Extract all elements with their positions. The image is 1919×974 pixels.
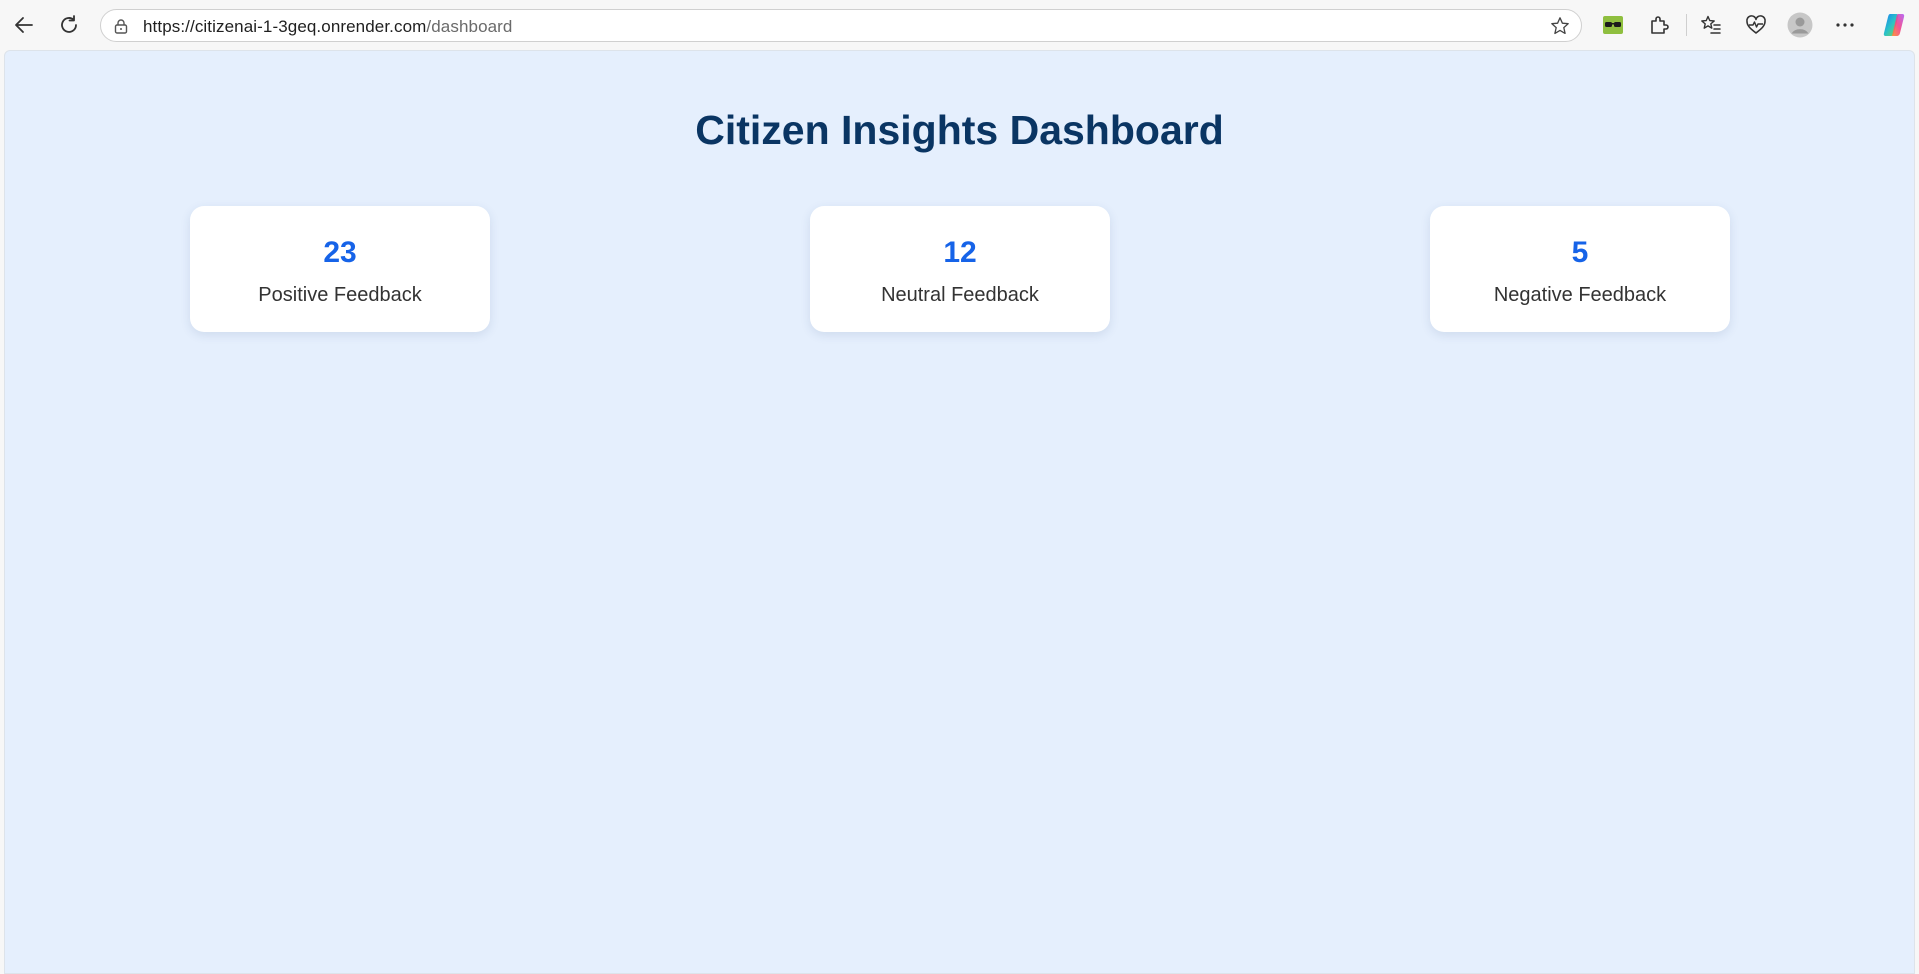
- browser-essentials-button[interactable]: [1740, 9, 1772, 41]
- positive-feedback-label: Positive Feedback: [258, 284, 422, 306]
- neutral-feedback-card: 12 Neutral Feedback: [810, 206, 1110, 332]
- favorites-list-icon: [1701, 15, 1721, 34]
- url-path: /dashboard: [426, 17, 513, 36]
- more-menu-icon: [1836, 23, 1854, 27]
- profile-button[interactable]: [1784, 9, 1816, 41]
- positive-feedback-count: 23: [323, 236, 357, 269]
- site-info-lock-icon: [114, 19, 128, 34]
- glasses-extension-icon: [1603, 16, 1623, 34]
- profile-avatar-icon: [1787, 12, 1813, 38]
- glasses-extension-button[interactable]: [1597, 9, 1629, 41]
- back-button[interactable]: [8, 9, 40, 41]
- favorite-star-icon: [1551, 17, 1569, 35]
- copilot-icon: [1883, 14, 1905, 36]
- negative-feedback-count: 5: [1571, 236, 1589, 269]
- browser-health-icon: [1746, 15, 1766, 34]
- add-favorite-button[interactable]: [1549, 15, 1571, 37]
- page-title: Citizen Insights Dashboard: [695, 107, 1224, 153]
- browser-toolbar: https://citizenai-1-3geq.onrender.com/da…: [0, 0, 1919, 50]
- extensions-puzzle-icon: [1651, 16, 1669, 34]
- positive-feedback-card: 23 Positive Feedback: [190, 206, 490, 332]
- toolbar-separator: [1686, 14, 1687, 36]
- more-options-button[interactable]: [1829, 9, 1861, 41]
- neutral-feedback-count: 12: [943, 236, 977, 269]
- extensions-button[interactable]: [1643, 9, 1675, 41]
- page-viewport: Citizen Insights Dashboard 23 Positive F…: [4, 50, 1915, 974]
- back-arrow-icon: [15, 17, 33, 33]
- address-bar[interactable]: https://citizenai-1-3geq.onrender.com/da…: [100, 9, 1582, 42]
- negative-feedback-label: Negative Feedback: [1493, 284, 1667, 306]
- url-host: https://citizenai-1-3geq.onrender.com: [143, 17, 427, 36]
- copilot-button[interactable]: [1878, 9, 1910, 41]
- site-info-button[interactable]: [111, 16, 131, 36]
- negative-feedback-card: 5 Negative Feedback: [1430, 206, 1730, 332]
- refresh-icon: [61, 15, 77, 33]
- neutral-feedback-label: Neutral Feedback: [881, 284, 1039, 306]
- url-text[interactable]: https://citizenai-1-3geq.onrender.com/da…: [143, 17, 513, 37]
- favorites-button[interactable]: [1695, 9, 1727, 41]
- refresh-button[interactable]: [53, 9, 85, 41]
